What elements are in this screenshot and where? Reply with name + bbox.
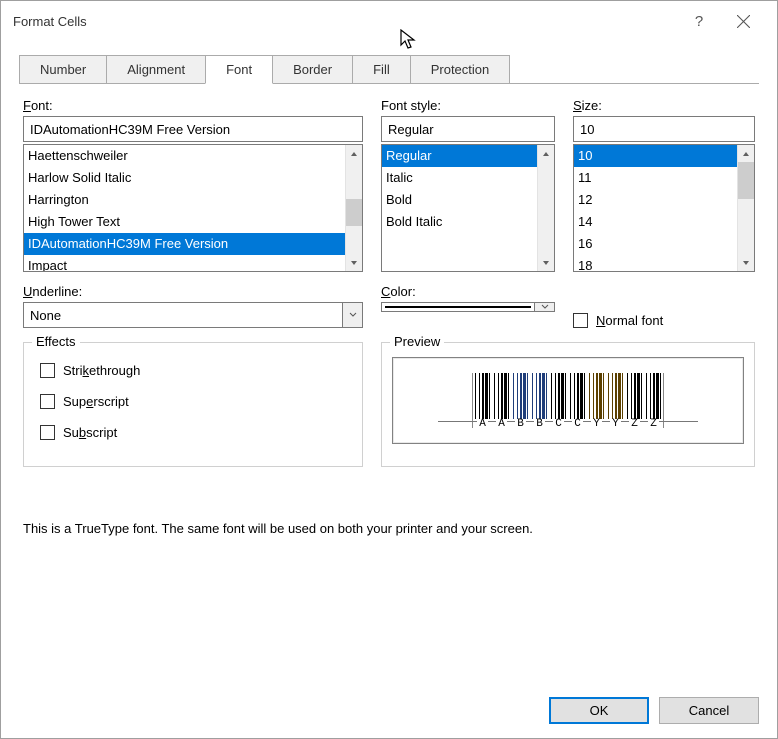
font-label: Font: — [23, 98, 363, 113]
chevron-down-icon[interactable] — [342, 302, 363, 328]
preview-group: Preview // placeholder, bars generated b… — [381, 342, 755, 467]
titlebar: Format Cells ? — [1, 1, 777, 41]
scrollbar[interactable] — [737, 145, 754, 271]
list-item[interactable]: Harlow Solid Italic — [24, 167, 345, 189]
tab-font[interactable]: Font — [205, 55, 273, 84]
effects-legend: Effects — [32, 334, 80, 349]
style-input[interactable] — [381, 116, 555, 142]
cancel-button[interactable]: Cancel — [659, 697, 759, 724]
size-label: Size: — [573, 98, 755, 113]
list-item[interactable]: Regular — [382, 145, 537, 167]
tab-fill[interactable]: Fill — [352, 55, 411, 84]
subscript-checkbox[interactable]: Subscript — [40, 425, 346, 440]
list-item[interactable]: Harrington — [24, 189, 345, 211]
color-label: Color: — [381, 284, 555, 299]
subscript-label: Subscript — [63, 425, 117, 440]
style-label: Font style: — [381, 98, 555, 113]
scroll-up-icon[interactable] — [538, 145, 554, 162]
tab-number[interactable]: Number — [19, 55, 107, 84]
list-item[interactable]: 16 — [574, 233, 737, 255]
scroll-up-icon[interactable] — [738, 145, 754, 162]
tab-protection[interactable]: Protection — [410, 55, 511, 84]
list-item[interactable]: Haettenschweiler — [24, 145, 345, 167]
scroll-down-icon[interactable] — [538, 254, 554, 271]
tab-border[interactable]: Border — [272, 55, 353, 84]
normal-font-checkbox[interactable]: Normal font — [573, 313, 755, 328]
help-button[interactable]: ? — [677, 6, 721, 36]
scroll-down-icon[interactable] — [738, 254, 754, 271]
close-button[interactable] — [721, 6, 765, 36]
superscript-checkbox[interactable]: Superscript — [40, 394, 346, 409]
scrollbar[interactable] — [345, 145, 362, 271]
list-item[interactable]: 12 — [574, 189, 737, 211]
dialog-title: Format Cells — [13, 14, 677, 29]
normal-font-label: Normal font — [596, 313, 663, 328]
list-item[interactable]: 11 — [574, 167, 737, 189]
size-input[interactable] — [573, 116, 755, 142]
scroll-up-icon[interactable] — [346, 145, 362, 162]
tab-alignment[interactable]: Alignment — [106, 55, 206, 84]
checkbox-icon — [573, 313, 588, 328]
list-item[interactable]: Impact — [24, 255, 345, 271]
list-item[interactable]: IDAutomationHC39M Free Version — [24, 233, 345, 255]
style-list[interactable]: Regular Italic Bold Bold Italic — [381, 144, 555, 272]
chevron-down-icon[interactable] — [534, 302, 555, 312]
checkbox-icon — [40, 363, 55, 378]
checkbox-icon — [40, 425, 55, 440]
format-cells-dialog: Format Cells ? Number Alignment Font Bor… — [0, 0, 778, 739]
list-item[interactable]: 14 — [574, 211, 737, 233]
list-item[interactable]: 10 — [574, 145, 737, 167]
strikethrough-label: Strikethrough — [63, 363, 140, 378]
barcode-preview: // placeholder, bars generated below aft… — [472, 373, 664, 428]
underline-input[interactable] — [23, 302, 342, 328]
list-item[interactable]: Bold — [382, 189, 537, 211]
effects-group: Effects Strikethrough Superscript Subscr… — [23, 342, 363, 467]
size-list[interactable]: 10 11 12 14 16 18 — [573, 144, 755, 272]
color-swatch — [381, 302, 534, 312]
list-item[interactable]: Bold Italic — [382, 211, 537, 233]
underline-label: Underline: — [23, 284, 363, 299]
preview-legend: Preview — [390, 334, 444, 349]
superscript-label: Superscript — [63, 394, 129, 409]
list-item[interactable]: Italic — [382, 167, 537, 189]
strikethrough-checkbox[interactable]: Strikethrough — [40, 363, 346, 378]
checkbox-icon — [40, 394, 55, 409]
font-list[interactable]: Haettenschweiler Harlow Solid Italic Har… — [23, 144, 363, 272]
dialog-body: Font: Haettenschweiler Harlow Solid Ital… — [1, 84, 777, 687]
ok-button[interactable]: OK — [549, 697, 649, 724]
underline-combo[interactable] — [23, 302, 363, 328]
color-combo[interactable] — [381, 302, 555, 312]
font-note: This is a TrueType font. The same font w… — [23, 521, 755, 536]
tab-bar: Number Alignment Font Border Fill Protec… — [19, 41, 759, 84]
footer: OK Cancel — [1, 687, 777, 738]
scrollbar[interactable] — [537, 145, 554, 271]
list-item[interactable]: High Tower Text — [24, 211, 345, 233]
scroll-down-icon[interactable] — [346, 254, 362, 271]
preview-box: // placeholder, bars generated below aft… — [392, 357, 744, 444]
list-item[interactable]: 18 — [574, 255, 737, 271]
font-input[interactable] — [23, 116, 363, 142]
